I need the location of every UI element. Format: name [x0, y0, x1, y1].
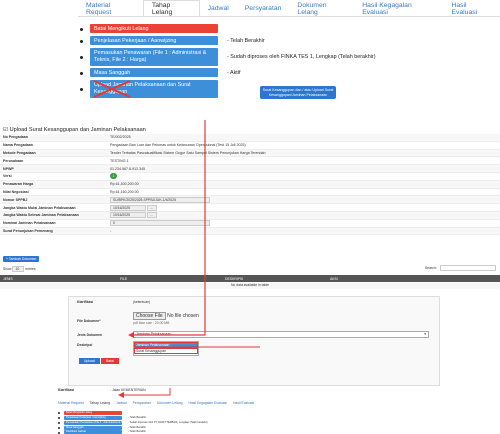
- bullet: [58, 417, 60, 419]
- klarifikasi2-value: - Jalan KEMENTERIAN: [110, 388, 146, 392]
- bullet: [58, 412, 60, 414]
- mini-tab-tahap-lelang[interactable]: Tahap Lelang: [90, 401, 110, 405]
- mini-step-batal[interactable]: Batal Mengikuti Lelang: [64, 411, 122, 415]
- annotation-arrows: [118, 120, 260, 398]
- mini-tab-bar: Material Request Tahap Lelang Jadwal Per…: [58, 401, 254, 405]
- mini-step-pemasukan[interactable]: Pemasukan Penawaran (File 1 : Administra…: [64, 421, 122, 425]
- mini-step-status: - Sudah diproses oleh FT CRAFTTERBAIK, L…: [128, 421, 208, 424]
- bullet: [58, 422, 60, 424]
- mini-step-status: - Telah Berakhir: [128, 426, 147, 429]
- mini-tab-jadwal[interactable]: Jadwal: [116, 401, 127, 405]
- mini-tab-material-request[interactable]: Material Request: [58, 401, 84, 405]
- bullet: [58, 427, 60, 429]
- mini-step-klarifikasi[interactable]: Klarifikasi Jadwal: [64, 430, 122, 434]
- mini-tab-persyaratan[interactable]: Persyaratan: [133, 401, 151, 405]
- mini-tab-hasil-kegagalan[interactable]: Hasil Kegagalan Evaluasi: [189, 401, 227, 405]
- mini-tab-hasil-evaluasi[interactable]: Hasil Evaluasi: [233, 401, 254, 405]
- mini-tab-dokumen-lelang[interactable]: Dokumen Lelang: [157, 401, 183, 405]
- mini-step-aanwijzing[interactable]: Penjelasan Pekerjaan / Aanwijzing: [64, 416, 122, 420]
- mini-step-status: - Telah Berakhir: [128, 430, 147, 433]
- klarifikasi2-label: Klarifikasi: [58, 388, 75, 392]
- mini-step-status: - Telah Berakhir: [128, 416, 147, 419]
